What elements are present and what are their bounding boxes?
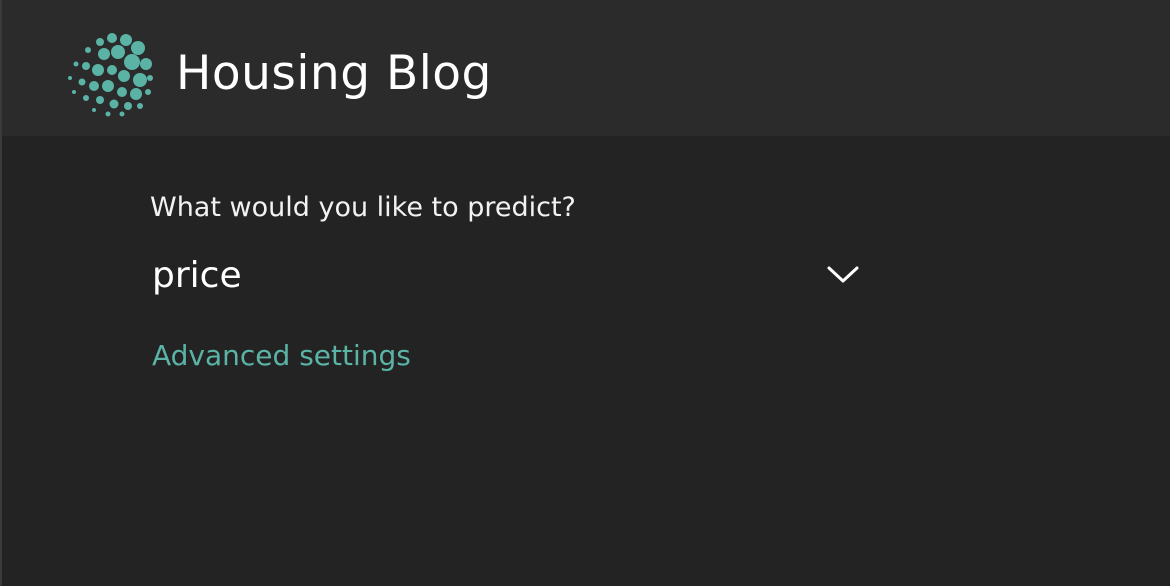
target-question-label: What would you like to predict? [150,192,576,223]
prediction-form: What would you like to predict? price Ad… [150,186,870,376]
app-title: Housing Blog [176,46,492,101]
target-select[interactable]: price [150,252,862,302]
app-window: Housing Blog What would you like to pred… [0,0,1170,586]
chevron-down-icon[interactable] [826,262,860,286]
dotted-sphere-logo-icon [68,33,153,117]
advanced-settings-link[interactable]: Advanced settings [152,336,411,376]
app-header: Housing Blog [2,0,1170,136]
target-select-value: price [152,255,242,296]
